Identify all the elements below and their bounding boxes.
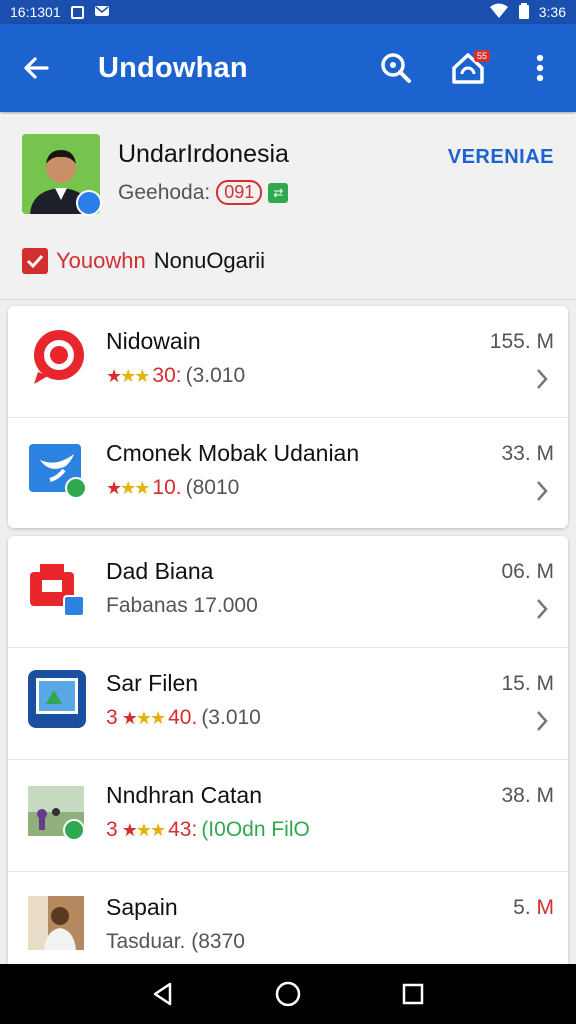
search-icon bbox=[381, 53, 411, 83]
rating-value: 40. bbox=[168, 706, 198, 729]
profile-link-highlight: Youowhn bbox=[56, 248, 146, 273]
list-item[interactable]: Nndhran Catan 3 ★★★ 43: (I0Odn FilO 38. … bbox=[8, 760, 568, 872]
battery-icon bbox=[518, 2, 529, 22]
status-time-right: 3:36 bbox=[538, 4, 566, 20]
back-button[interactable] bbox=[16, 48, 56, 88]
rating-value: 10. bbox=[152, 476, 182, 499]
profile-link-text: NonuOgarii bbox=[153, 248, 265, 273]
app-name: Sapain bbox=[106, 894, 178, 920]
mail-icon bbox=[94, 4, 110, 20]
page-title: Undowhan bbox=[98, 51, 248, 84]
system-nav-bar bbox=[0, 964, 576, 1024]
chevron-right-icon bbox=[537, 711, 548, 731]
notification-icon bbox=[70, 5, 84, 19]
list-item[interactable]: Nidowain ★★★ 30: (3.010 155. M bbox=[8, 306, 568, 418]
printer-icon bbox=[28, 558, 86, 617]
wifi-icon bbox=[489, 3, 509, 22]
profile-chip: 091 bbox=[216, 180, 263, 205]
app-size: 15. M bbox=[501, 672, 554, 695]
app-name: Dad Biana bbox=[106, 558, 214, 584]
rating-value: 30: bbox=[152, 364, 182, 387]
profile-header: UndarIrdonesia VERENIAE Geehoda: 091 ⇄ Y… bbox=[0, 114, 576, 300]
overflow-menu-button[interactable] bbox=[520, 48, 560, 88]
star-rating-icon: ★★★ bbox=[121, 819, 166, 840]
nav-back-button[interactable] bbox=[143, 974, 183, 1014]
app-size: 155. M bbox=[489, 330, 554, 353]
status-bar: 16:1301 3:36 bbox=[0, 0, 576, 24]
photo-frame-icon bbox=[28, 670, 86, 728]
rating-value: 43: bbox=[168, 818, 198, 841]
app-size: 38. M bbox=[501, 784, 554, 807]
nav-recents-button[interactable] bbox=[393, 974, 433, 1014]
rating-prefix: 3 bbox=[106, 706, 118, 729]
verified-label[interactable]: VERENIAE bbox=[448, 146, 554, 169]
square-recents-icon bbox=[403, 983, 424, 1005]
checkbox-icon bbox=[22, 248, 48, 274]
star-rating-icon: ★★★ bbox=[121, 707, 166, 728]
nav-home-button[interactable] bbox=[268, 974, 308, 1014]
app-rating: ★★★ 30: (3.010 bbox=[106, 364, 245, 388]
app-size-value: 5. bbox=[513, 896, 531, 919]
app-bar: Undowhan 55 bbox=[0, 24, 576, 112]
triangle-back-icon bbox=[153, 982, 171, 1006]
profile-subtitle-label: Geehoda: bbox=[118, 180, 211, 204]
app-list-card: Nidowain ★★★ 30: (3.010 155. M Cmonek Mo… bbox=[8, 306, 568, 528]
rating-prefix: 3 bbox=[106, 818, 118, 841]
more-vertical-icon bbox=[536, 54, 544, 82]
app-rating: ★★★ 10. (8010 bbox=[106, 476, 239, 500]
arrow-left-icon bbox=[24, 57, 49, 79]
tag-icon: ⇄ bbox=[268, 182, 289, 203]
profile-subtitle: Geehoda: 091 ⇄ bbox=[118, 180, 289, 205]
app-rating: Tasduar. (8370 bbox=[106, 930, 245, 954]
app-rating: Fabanas 17.000 bbox=[106, 594, 258, 618]
review-count: (I0Odn FilO bbox=[201, 818, 310, 841]
bird-icon bbox=[28, 440, 87, 499]
app-rating: 3 ★★★ 40. (3.010 bbox=[106, 706, 261, 730]
review-count: Tasduar. (8370 bbox=[106, 930, 245, 953]
app-size: 06. M bbox=[501, 560, 554, 583]
app-size: 5. M bbox=[513, 896, 554, 920]
star-rating-icon: ★★★ bbox=[106, 477, 150, 498]
update-button[interactable]: 55 bbox=[448, 48, 490, 88]
review-count: (3.010 bbox=[201, 706, 261, 729]
search-button[interactable] bbox=[376, 48, 416, 88]
list-item[interactable]: Sar Filen 3 ★★★ 40. (3.010 15. M bbox=[8, 648, 568, 760]
app-name: Nndhran Catan bbox=[106, 782, 262, 808]
profile-name: UndarIrdonesia bbox=[118, 140, 289, 168]
chevron-right-icon bbox=[537, 481, 548, 501]
app-size-unit: M bbox=[536, 896, 555, 919]
chevron-right-icon bbox=[537, 599, 548, 619]
review-count: (3.010 bbox=[185, 364, 246, 387]
star-rating-icon: ★★★ bbox=[106, 365, 150, 386]
app-size: 33. M bbox=[501, 442, 554, 465]
app-rating: 3 ★★★ 43: (I0Odn FilO bbox=[106, 818, 310, 842]
chevron-right-icon bbox=[537, 369, 548, 389]
chat-bubble-icon bbox=[28, 328, 86, 386]
app-name: Sar Filen bbox=[106, 670, 199, 696]
app-name: Cmonek Mobak Udanian bbox=[106, 440, 360, 466]
review-count: Fabanas 17.000 bbox=[106, 594, 258, 617]
photo-icon bbox=[28, 782, 86, 841]
list-item[interactable]: Dad Biana Fabanas 17.000 06. M bbox=[8, 536, 568, 648]
app-name: Nidowain bbox=[106, 328, 201, 354]
app-list-card: Dad Biana Fabanas 17.000 06. M Sar Filen… bbox=[8, 536, 568, 980]
verified-badge-icon bbox=[76, 190, 102, 216]
status-time-left: 16:1301 bbox=[10, 4, 61, 20]
list-item[interactable]: Cmonek Mobak Udanian ★★★ 10. (8010 33. M bbox=[8, 418, 568, 530]
notification-badge: 55 bbox=[473, 50, 490, 62]
profile-link[interactable]: Youowhn NonuOgarii bbox=[22, 248, 265, 274]
person-photo-icon bbox=[28, 894, 86, 952]
review-count: (8010 bbox=[185, 476, 240, 499]
circle-home-icon bbox=[275, 981, 301, 1007]
